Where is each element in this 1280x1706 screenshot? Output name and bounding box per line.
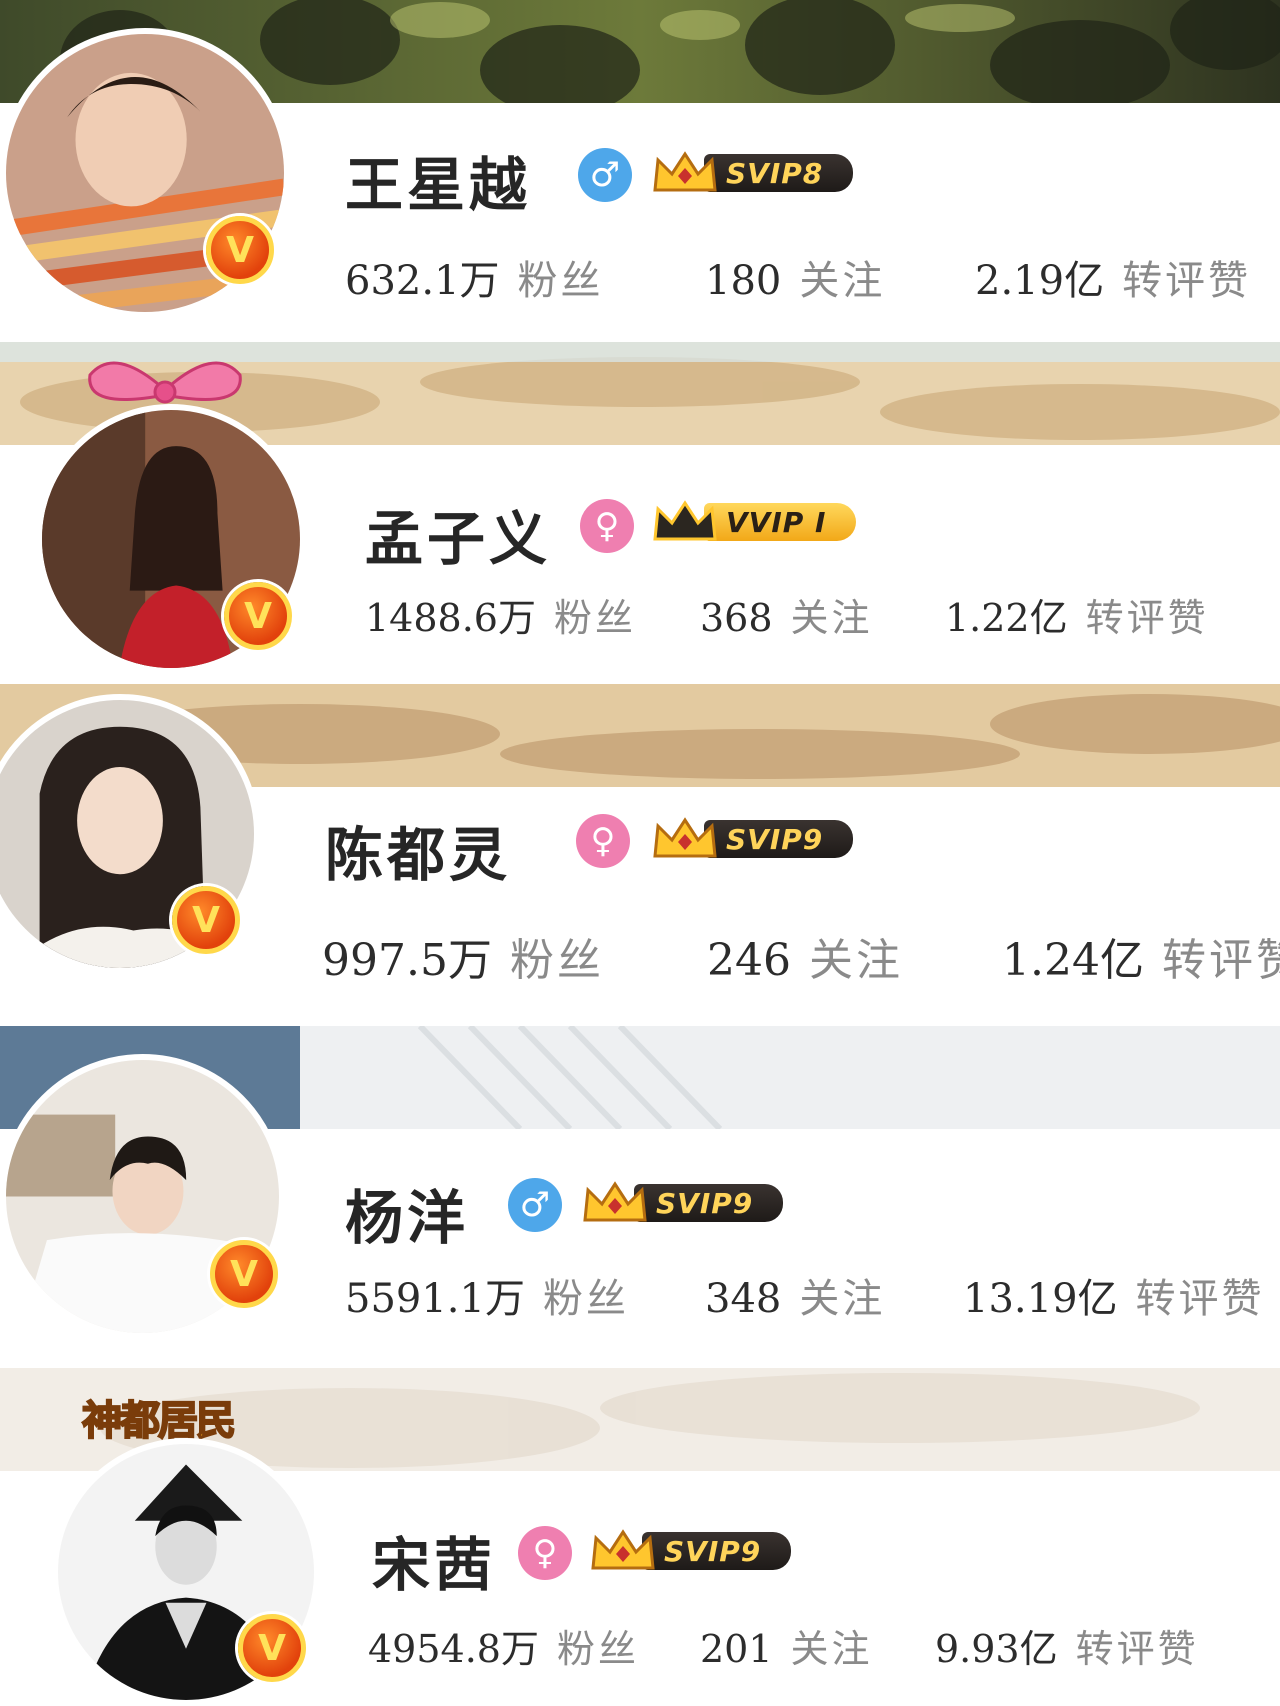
vip-level-label: SVIP9 [634,1184,784,1222]
verified-badge-icon: V [172,886,240,954]
profile-card-1[interactable]: V 王星越 ♂ SVIP8 632.1万 粉丝 180 关注 2.19亿 转评赞 [0,0,1280,340]
crown-icon [583,1181,647,1222]
engagement-stat[interactable]: 9.93亿 转评赞 [935,1618,1199,1673]
avatar[interactable]: V [0,1054,285,1339]
stat-value: 2.19亿 [975,258,1105,304]
verified-badge-icon: V [210,1240,278,1308]
stat-label: 转评赞 [1135,1276,1265,1322]
stat-value: 4954.8万 [368,1627,539,1671]
following-stat[interactable]: 348 关注 [705,1266,963,1324]
male-gender-icon: ♂ [578,148,632,202]
avatar[interactable]: V [52,1438,320,1706]
stat-value: 246 [707,935,791,986]
followers-stat[interactable]: 4954.8万 粉丝 [368,1618,700,1673]
stat-value: 1.22亿 [945,596,1068,640]
profile-name[interactable]: 陈都灵 [325,808,511,892]
stat-label: 转评赞 [1085,596,1209,640]
female-gender-icon: ♀ [576,814,630,868]
following-stat[interactable]: 368 关注 [700,587,945,642]
stat-label: 粉丝 [556,1627,639,1671]
followers-stat[interactable]: 5591.1万 粉丝 [345,1266,705,1324]
engagement-stat[interactable]: 2.19亿 转评赞 [975,248,1251,306]
profile-stats: 997.5万粉丝246关注1.24亿转评赞 [322,924,1280,988]
female-gender-icon: ♀ [518,1526,572,1580]
profile-stats: 1488.6万 粉丝 368 关注 1.22亿 转评赞 [365,587,1209,642]
crown-icon [591,1529,655,1570]
following-stat[interactable]: 180 关注 [705,248,975,306]
avatar-frame-label: 神都居民 [81,1397,237,1445]
stat-label: 关注 [790,596,873,640]
profile-stats: 632.1万 粉丝 180 关注 2.19亿 转评赞 [345,248,1251,306]
profile-card-4[interactable]: V 杨洋 ♂ SVIP9 5591.1万 粉丝 348 关注 13.19亿 转评赞 [0,1026,1280,1366]
stat-label: 转评赞 [1122,258,1252,304]
stat-label: 关注 [790,1627,873,1671]
stat-label: 转评赞 [1075,1627,1199,1671]
profile-card-5[interactable]: 神都居民 V 宋茜 ♀ SVIP9 4954.8万 粉丝 201 关注 9.93亿 转评赞 [0,1368,1280,1706]
svip-badge[interactable]: SVIP8 [650,148,854,198]
vip-level-label: VVIP I [704,503,857,541]
vip-level-label: SVIP8 [704,154,854,192]
profile-name[interactable]: 宋茜 [372,1518,496,1602]
verified-badge-icon: V [238,1614,306,1682]
stat-value: 348 [705,1276,782,1322]
stat-label: 粉丝 [509,935,604,986]
followers-stat[interactable]: 632.1万 粉丝 [345,248,705,306]
stat-label: 粉丝 [517,258,604,304]
male-gender-icon: ♂ [508,1178,562,1232]
profile-stats: 5591.1万 粉丝 348 关注 13.19亿 转评赞 [345,1266,1265,1324]
female-gender-icon: ♀ [580,499,634,553]
stat-label: 关注 [808,935,903,986]
profile-name[interactable]: 孟子义 [365,492,551,576]
stat-label: 粉丝 [553,596,636,640]
stat-value: 368 [700,596,773,640]
profile-stats: 4954.8万 粉丝 201 关注 9.93亿 转评赞 [368,1618,1199,1673]
profile-name[interactable]: 杨洋 [345,1171,469,1255]
stat-label: 粉丝 [542,1276,629,1322]
stat-value: 997.5万 [322,935,492,986]
verified-badge-icon: V [224,582,292,650]
vip-level-label: SVIP9 [642,1532,792,1570]
stat-value: 201 [700,1627,773,1671]
stat-value: 1.24亿 [1002,935,1144,986]
profile-card-3[interactable]: V 陈都灵 ♀ SVIP9 997.5万粉丝246关注1.24亿转评赞 [0,684,1280,1024]
profile-name[interactable]: 王星越 [345,138,531,222]
stat-value: 9.93亿 [935,1627,1058,1671]
profile-card-2[interactable]: V 孟子义 ♀ VVIP I 1488.6万 粉丝 368 关注 1.22亿 转评赞 [0,342,1280,682]
stat-value: 632.1万 [345,258,500,304]
verified-badge-icon: V [206,216,274,284]
stat-value: 13.19亿 [963,1276,1118,1322]
crown-icon [653,817,717,858]
stat-label: 转评赞 [1161,935,1280,986]
stat-value: 5591.1万 [345,1276,525,1322]
engagement-stat[interactable]: 1.22亿 转评赞 [945,587,1209,642]
followers-stat[interactable]: 997.5万 粉丝 [322,924,707,988]
engagement-stat[interactable]: 13.19亿 转评赞 [963,1266,1265,1324]
svip-badge[interactable]: SVIP9 [580,1178,784,1228]
following-stat[interactable]: 246 关注 [707,924,1002,988]
vvip-badge[interactable]: VVIP I [650,497,857,547]
svip-badge[interactable]: SVIP9 [588,1526,792,1576]
stat-value: 1488.6万 [365,596,536,640]
avatar[interactable]: V [36,404,306,674]
vip-level-label: SVIP9 [704,820,854,858]
crown-icon [653,151,717,192]
engagement-stat[interactable]: 1.24亿转评赞 [1002,924,1280,988]
svip-badge[interactable]: SVIP9 [650,814,854,864]
stat-label: 关注 [799,1276,886,1322]
avatar[interactable]: V [0,28,290,318]
crown-icon [653,500,717,541]
followers-stat[interactable]: 1488.6万 粉丝 [365,587,700,642]
stat-label: 关注 [799,258,886,304]
following-stat[interactable]: 201 关注 [700,1618,935,1673]
stat-value: 180 [705,258,782,304]
